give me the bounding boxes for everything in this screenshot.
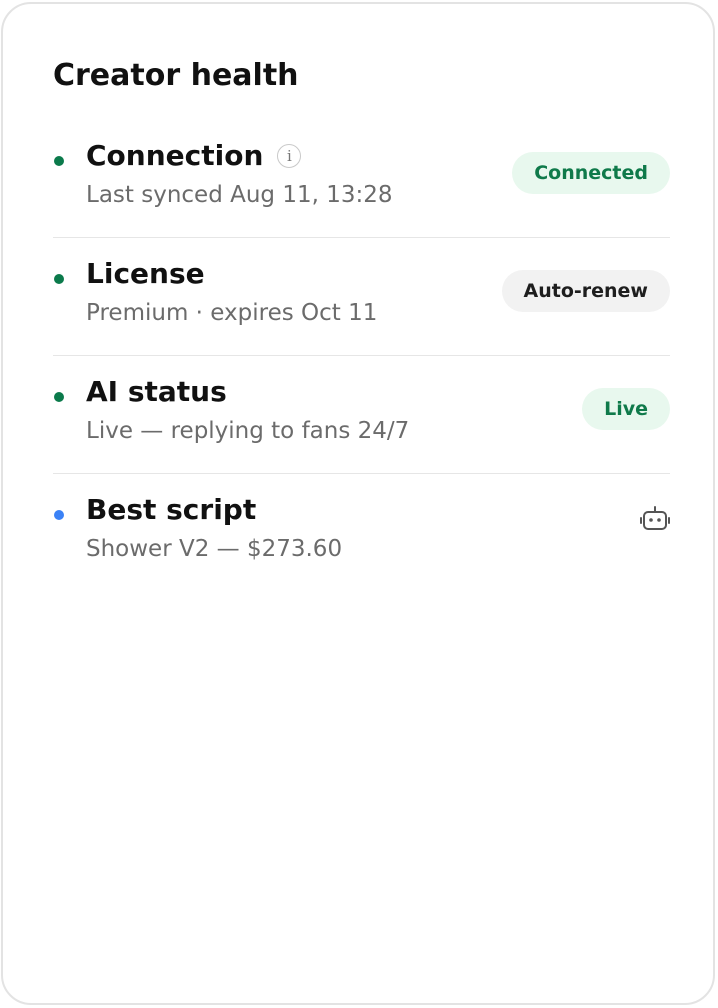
status-dot-green <box>54 156 64 166</box>
status-dot-green <box>54 392 64 402</box>
creator-health-card: Creator health Connection i Last synced … <box>1 2 715 1005</box>
health-item-title: AI status <box>86 374 227 410</box>
health-item-license: License Premium · expires Oct 11 Auto-re… <box>53 238 670 356</box>
health-item-ai-status: AI status Live — replying to fans 24/7 L… <box>53 356 670 474</box>
health-item-title: Best script <box>86 492 256 528</box>
status-badge-live: Live <box>582 388 670 430</box>
health-item-subtitle: Premium · expires Oct 11 <box>86 300 378 326</box>
info-icon[interactable]: i <box>277 144 302 168</box>
health-item-best-script: Best script Shower V2 — $273.60 <box>53 474 670 591</box>
status-badge-connected: Connected <box>512 152 670 194</box>
robot-icon <box>640 506 670 530</box>
best-script-title: Best script <box>86 493 257 526</box>
health-item-title: Connection i <box>86 138 302 174</box>
health-item-title: License <box>86 256 205 292</box>
connection-title: Connection <box>86 139 264 172</box>
health-list: Connection i Last synced Aug 11, 13:28 C… <box>53 120 670 591</box>
card-title: Creator health <box>53 58 299 93</box>
ai-status-title: AI status <box>86 375 227 408</box>
status-dot-green <box>54 274 64 284</box>
health-item-subtitle: Last synced Aug 11, 13:28 <box>86 182 393 208</box>
status-dot-blue <box>54 510 64 520</box>
health-item-subtitle: Live — replying to fans 24/7 <box>86 418 410 444</box>
health-item-subtitle: Shower V2 — $273.60 <box>86 536 343 562</box>
health-item-connection: Connection i Last synced Aug 11, 13:28 C… <box>53 120 670 238</box>
license-title: License <box>86 257 205 290</box>
status-badge-auto-renew: Auto-renew <box>501 270 670 312</box>
